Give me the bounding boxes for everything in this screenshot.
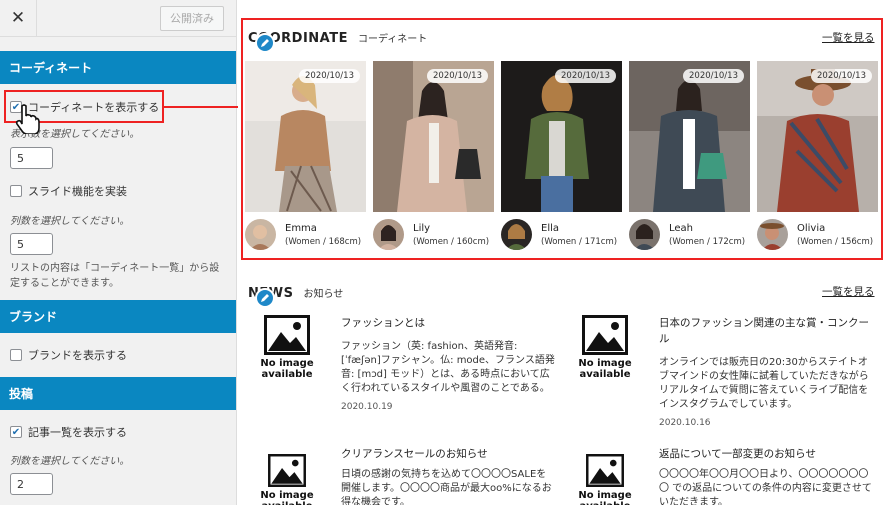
card-name: Ella <box>541 222 560 234</box>
card-date: 2020/10/13 <box>683 69 744 83</box>
coordinate-card[interactable]: 2020/10/13 Olivia (Women / 156cm) <box>757 61 878 250</box>
customizer-panel: ✕ 公開済み コーディネート ✔ コーディネートを表示する 表示数を選択してくだ… <box>0 0 237 505</box>
avatar <box>501 219 532 250</box>
news-subtitle: お知らせ <box>303 289 344 300</box>
coordinate-card[interactable]: 2020/10/13 Emma (Women / 168cm) <box>245 61 366 250</box>
customizer-screen: ✕ 公開済み コーディネート ✔ コーディネートを表示する 表示数を選択してくだ… <box>0 0 885 505</box>
show-post-checkbox[interactable]: ✔ <box>10 426 22 438</box>
slide-option[interactable]: スライド機能を実装 <box>0 183 236 199</box>
news-item-title[interactable]: 日本のファッション関連の主な賞・コンクール <box>659 315 874 347</box>
section-post[interactable]: 投稿 <box>0 377 236 410</box>
coordinate-note: リストの内容は「コーディネート一覧」から設定することができます。 <box>10 263 220 289</box>
post-cols-input[interactable]: 2 <box>10 473 53 495</box>
edit-pencil-icon[interactable] <box>255 288 275 308</box>
coordinate-card[interactable]: 2020/10/13 Leah (Women / 172cm) <box>629 61 750 250</box>
coordinate-photo[interactable]: 2020/10/13 <box>501 61 622 212</box>
news-item-title[interactable]: クリアランスセールのお知らせ <box>341 446 556 462</box>
news-item[interactable]: No image available 日本のファッション関連の主な賞・コンクール… <box>573 315 874 428</box>
coordinate-photo[interactable]: 2020/10/13 <box>629 61 750 212</box>
card-person: Ella (Women / 171cm) <box>501 219 622 250</box>
card-name: Olivia <box>797 222 826 234</box>
count-input[interactable]: 5 <box>10 147 53 169</box>
news-item-excerpt: オンラインでは販売日の20:30からステイトオブマインドの女性陣に試着していただ… <box>659 357 869 410</box>
news-item-title[interactable]: 返品について一部変更のお知らせ <box>659 446 874 462</box>
no-image-label: No image available <box>260 490 314 505</box>
post-cols-hint: 列数を選択してください。 <box>10 456 130 467</box>
section-coordinate[interactable]: コーディネート <box>0 51 236 84</box>
card-meta: (Women / 160cm) <box>413 236 490 247</box>
image-placeholder-icon <box>264 315 310 355</box>
coordinate-subtitle: コーディネート <box>357 34 428 45</box>
news-item-excerpt: 日頃の感謝の気持ちを込めて〇〇〇〇SALEを開催します。〇〇〇〇商品が最大oo%… <box>341 469 552 505</box>
card-date: 2020/10/13 <box>811 69 872 83</box>
card-person: Leah (Women / 172cm) <box>629 219 750 250</box>
highlight-connector <box>164 106 244 108</box>
card-date: 2020/10/13 <box>427 69 488 83</box>
card-name: Emma <box>285 222 317 234</box>
show-brand-label: ブランドを表示する <box>28 349 127 362</box>
news-item-excerpt: ファッション（英: fashion、英語発音: [ˈfæʃən]ファシャン。仏:… <box>341 341 555 394</box>
card-date: 2020/10/13 <box>555 69 616 83</box>
panel-header: ✕ 公開済み <box>0 0 236 37</box>
show-brand-option[interactable]: ブランドを表示する <box>0 347 236 363</box>
close-icon[interactable]: ✕ <box>0 0 37 37</box>
coordinate-cards: 2020/10/13 Emma (Women / 168cm) 2020/10/… <box>245 61 878 250</box>
no-image-label: No image available <box>578 490 632 505</box>
cols-input[interactable]: 5 <box>10 233 53 255</box>
avatar <box>245 219 276 250</box>
card-person: Lily (Women / 160cm) <box>373 219 494 250</box>
card-person: Olivia (Women / 156cm) <box>757 219 878 250</box>
card-meta: (Women / 168cm) <box>285 236 362 247</box>
coordinate-see-all-link[interactable]: 一覧を見る <box>822 30 875 45</box>
image-placeholder-icon <box>268 454 306 487</box>
show-post-label: 記事一覧を表示する <box>28 426 127 439</box>
news-item-excerpt: 〇〇〇〇年〇〇月〇〇日より、〇〇〇〇〇〇〇〇 での返品についての条件の内容に変更… <box>659 469 872 505</box>
coordinate-photo[interactable]: 2020/10/13 <box>373 61 494 212</box>
image-placeholder-icon <box>586 454 624 487</box>
news-item[interactable]: No image available クリアランスセールのお知らせ 日頃の感謝の… <box>255 446 556 505</box>
pointer-hand-icon <box>14 104 40 138</box>
coordinate-card[interactable]: 2020/10/13 Lily (Women / 160cm) <box>373 61 494 250</box>
no-image-placeholder: No image available <box>573 315 637 381</box>
card-meta: (Women / 171cm) <box>541 236 618 247</box>
cols-hint: 列数を選択してください。 <box>10 216 130 227</box>
show-brand-checkbox[interactable] <box>10 349 22 361</box>
no-image-placeholder: No image available <box>573 446 637 505</box>
news-item[interactable]: No image available ファッションとは ファッション（英: fa… <box>255 315 556 412</box>
card-name: Lily <box>413 222 431 234</box>
coordinate-card[interactable]: 2020/10/13 Ella (Women / 171cm) <box>501 61 622 250</box>
news-item-title[interactable]: ファッションとは <box>341 315 556 331</box>
no-image-label: No image available <box>578 358 632 380</box>
no-image-label: No image available <box>260 358 314 380</box>
slide-label: スライド機能を実装 <box>28 185 127 198</box>
news-see-all-link[interactable]: 一覧を見る <box>822 284 875 299</box>
avatar <box>757 219 788 250</box>
no-image-placeholder: No image available <box>255 446 319 505</box>
avatar <box>629 219 660 250</box>
coordinate-photo[interactable]: 2020/10/13 <box>245 61 366 212</box>
card-date: 2020/10/13 <box>299 69 360 83</box>
card-name: Leah <box>669 222 694 234</box>
news-item[interactable]: No image available 返品について一部変更のお知らせ 〇〇〇〇年… <box>573 446 874 505</box>
slide-checkbox[interactable] <box>10 185 22 197</box>
card-meta: (Women / 156cm) <box>797 236 874 247</box>
news-item-date: 2020.10.16 <box>659 418 711 428</box>
card-meta: (Women / 172cm) <box>669 236 746 247</box>
card-person: Emma (Women / 168cm) <box>245 219 366 250</box>
avatar <box>373 219 404 250</box>
coordinate-photo[interactable]: 2020/10/13 <box>757 61 878 212</box>
no-image-placeholder: No image available <box>255 315 319 381</box>
publish-button[interactable]: 公開済み <box>160 5 224 31</box>
news-item-date: 2020.10.19 <box>341 402 393 412</box>
show-post-option[interactable]: ✔ 記事一覧を表示する <box>0 424 236 440</box>
edit-pencil-icon[interactable] <box>255 33 275 53</box>
image-placeholder-icon <box>582 315 628 355</box>
section-brand[interactable]: ブランド <box>0 300 236 333</box>
